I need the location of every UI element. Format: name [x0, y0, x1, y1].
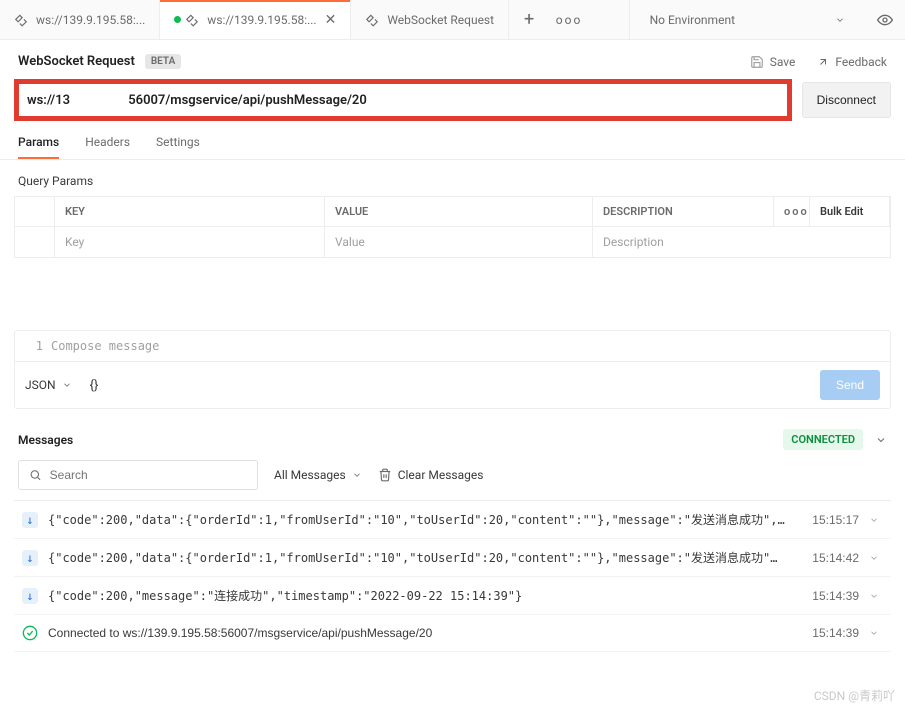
websocket-icon [365, 13, 379, 27]
tab-params[interactable]: Params [18, 135, 59, 159]
message-time: 15:15:17 [812, 513, 859, 527]
feedback-button[interactable]: Feedback [817, 55, 887, 69]
request-subtabs: Params Headers Settings [0, 121, 905, 160]
chevron-down-icon[interactable] [869, 591, 883, 601]
close-icon[interactable]: ✕ [325, 12, 337, 28]
message-row[interactable]: ↓ {"code":200,"data":{"orderId":1,"fromU… [14, 501, 891, 539]
message-text: {"code":200,"data":{"orderId":1,"fromUse… [48, 511, 802, 528]
tab-bar: ws://139.9.195.58:... ws://139.9.195.58:… [0, 0, 905, 40]
search-icon [29, 468, 42, 482]
download-arrow-icon: ↓ [22, 512, 38, 528]
query-params-table: KEY VALUE DESCRIPTION ooo Bulk Edit Key … [14, 196, 891, 258]
messages-toolbar: All Messages Clear Messages [0, 460, 905, 500]
table-header: KEY VALUE DESCRIPTION ooo Bulk Edit [15, 197, 890, 227]
beta-badge: BETA [145, 54, 181, 69]
row-checkbox[interactable] [15, 227, 55, 257]
environment-label: No Environment [650, 13, 735, 27]
line-number: 1 [15, 331, 51, 361]
table-row[interactable]: Key Value Description [15, 227, 890, 257]
save-label: Save [770, 55, 796, 69]
value-input[interactable]: Value [325, 227, 593, 257]
url-row: Disconnect [0, 79, 905, 121]
format-selector[interactable]: JSON [25, 378, 72, 392]
tab-label: ws://139.9.195.58:... [207, 13, 316, 27]
tab-label: WebSocket Request [387, 13, 494, 27]
messages-title: Messages [18, 433, 73, 447]
message-filter[interactable]: All Messages [274, 468, 362, 482]
compose-input[interactable]: Compose message [51, 331, 890, 361]
tab-settings[interactable]: Settings [156, 135, 200, 159]
chevron-down-icon [835, 15, 845, 25]
request-title: WebSocket Request [18, 54, 135, 69]
format-label: JSON [25, 378, 56, 392]
tab-ws-request[interactable]: WebSocket Request [351, 0, 509, 39]
watermark: CSDN @青莉吖 [814, 687, 895, 704]
check-circle-icon [22, 625, 38, 641]
trash-icon [378, 468, 392, 482]
col-key: KEY [55, 197, 325, 227]
new-tab-button[interactable]: + [509, 0, 549, 39]
arrow-icon [817, 56, 829, 68]
messages-header: Messages CONNECTED [0, 409, 905, 460]
collapse-messages-button[interactable] [875, 434, 887, 446]
websocket-icon [185, 13, 199, 27]
message-time: 15:14:39 [812, 626, 859, 640]
col-value: VALUE [325, 197, 593, 227]
clear-label: Clear Messages [398, 468, 484, 482]
tab-label: ws://139.9.195.58:... [36, 13, 145, 27]
url-input-wrap [14, 79, 792, 121]
download-arrow-icon: ↓ [22, 550, 38, 566]
connection-status-badge: CONNECTED [783, 429, 863, 450]
clear-messages-button[interactable]: Clear Messages [378, 468, 484, 482]
chevron-down-icon[interactable] [869, 628, 883, 638]
message-text: {"code":200,"message":"连接成功","timestamp"… [48, 587, 802, 604]
col-select [15, 197, 55, 227]
col-options-button[interactable]: ooo [774, 197, 810, 227]
col-description: DESCRIPTION [593, 197, 774, 227]
chevron-down-icon[interactable] [869, 515, 883, 525]
tab-ws-2[interactable]: ws://139.9.195.58:... ✕ [160, 0, 351, 39]
message-time: 15:14:42 [812, 551, 859, 565]
chevron-down-icon [62, 380, 72, 390]
filter-label: All Messages [274, 468, 346, 482]
environment-selector-area: No Environment [629, 0, 905, 39]
key-input[interactable]: Key [55, 227, 325, 257]
message-list: ↓ {"code":200,"data":{"orderId":1,"fromU… [14, 500, 891, 652]
url-input[interactable] [27, 93, 779, 108]
message-row[interactable]: ↓ {"code":200,"data":{"orderId":1,"fromU… [14, 539, 891, 577]
feedback-label: Feedback [835, 55, 887, 69]
send-button[interactable]: Send [820, 370, 880, 400]
message-composer: 1 Compose message JSON {} Send [14, 330, 891, 409]
message-text: Connected to ws://139.9.195.58:56007/msg… [48, 626, 802, 640]
download-arrow-icon: ↓ [22, 588, 38, 604]
search-messages[interactable] [18, 460, 258, 490]
save-icon [750, 55, 764, 69]
query-params-label: Query Params [0, 160, 905, 196]
environment-quicklook-button[interactable] [865, 12, 905, 28]
message-row[interactable]: Connected to ws://139.9.195.58:56007/msg… [14, 615, 891, 652]
message-text: {"code":200,"data":{"orderId":1,"fromUse… [48, 549, 802, 566]
environment-selector[interactable]: No Environment [630, 0, 865, 39]
tab-headers[interactable]: Headers [85, 135, 130, 159]
message-row[interactable]: ↓ {"code":200,"message":"连接成功","timestam… [14, 577, 891, 615]
chevron-down-icon [352, 470, 362, 480]
disconnect-button[interactable]: Disconnect [802, 82, 891, 118]
save-button[interactable]: Save [750, 55, 796, 69]
tab-ws-1[interactable]: ws://139.9.195.58:... [0, 0, 160, 39]
beautify-button[interactable]: {} [90, 378, 99, 393]
tab-overflow-button[interactable]: ooo [549, 0, 589, 39]
description-input[interactable]: Description [593, 227, 774, 257]
bulk-edit-button[interactable]: Bulk Edit [810, 197, 890, 227]
status-dot-icon [174, 16, 181, 23]
message-time: 15:14:39 [812, 589, 859, 603]
search-input[interactable] [50, 468, 247, 482]
request-header: WebSocket Request BETA Save Feedback [0, 40, 905, 79]
websocket-icon [14, 13, 28, 27]
chevron-down-icon[interactable] [869, 553, 883, 563]
